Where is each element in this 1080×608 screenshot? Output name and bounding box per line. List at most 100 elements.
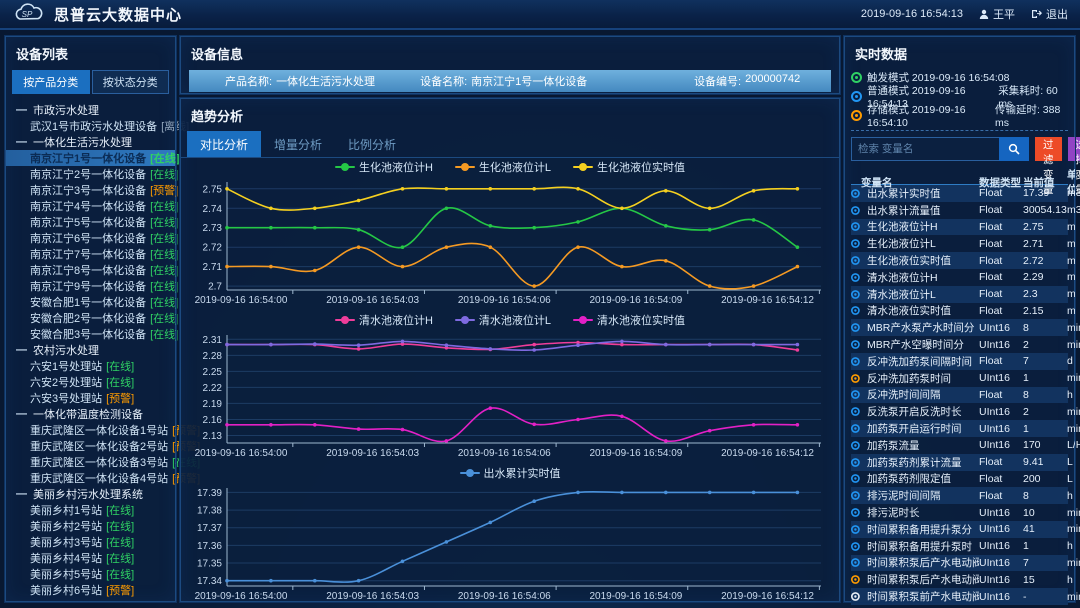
variable-row[interactable]: 加药泵流量UInt16170L/H bbox=[851, 437, 1068, 454]
device-item[interactable]: 六安2号处理站[在线] bbox=[6, 374, 175, 390]
variable-row[interactable]: 排污泥时长UInt1610min bbox=[851, 504, 1068, 521]
search-button[interactable] bbox=[999, 137, 1029, 161]
legend-item[interactable]: 生化池液位计H bbox=[335, 159, 433, 175]
variable-icon bbox=[851, 559, 860, 568]
variable-icon bbox=[851, 273, 860, 282]
device-item[interactable]: 重庆武隆区一体化设备2号站[预警] bbox=[6, 438, 175, 454]
device-item[interactable]: 南京江宁8号一体化设备[在线] bbox=[6, 262, 175, 278]
variable-row[interactable]: 时间累积备用提升泵分UInt1641min bbox=[851, 521, 1068, 538]
variable-row[interactable]: 加药泵药剂限定值Float200L bbox=[851, 471, 1068, 488]
filter-variables-button[interactable]: 过滤变量 bbox=[1035, 137, 1062, 161]
collapse-icon[interactable]: — bbox=[16, 345, 27, 356]
variable-row[interactable]: 加药泵药剂累计流量Float9.41L bbox=[851, 454, 1068, 471]
tab-increment-analysis[interactable]: 增量分析 bbox=[261, 131, 335, 157]
variable-row[interactable]: 反冲洗加药泵时间UInt161min bbox=[851, 370, 1068, 387]
device-item[interactable]: 南京江宁6号一体化设备[在线] bbox=[6, 230, 175, 246]
svg-text:2019-09-16 16:54:12: 2019-09-16 16:54:12 bbox=[721, 448, 814, 459]
device-list-title: 设备列表 bbox=[6, 37, 175, 68]
tab-by-product[interactable]: 按产品分类 bbox=[12, 70, 90, 94]
variable-row[interactable]: 时间累积备用提升泵时UInt161h bbox=[851, 538, 1068, 555]
variable-row[interactable]: 生化池液位计LFloat2.71m bbox=[851, 235, 1068, 252]
device-item[interactable]: 美丽乡村6号站[预警] bbox=[6, 582, 175, 598]
legend-item[interactable]: 清水池液位实时值 bbox=[573, 312, 685, 328]
variable-search-input[interactable] bbox=[851, 137, 999, 161]
svg-text:2019-09-16 16:54:00: 2019-09-16 16:54:00 bbox=[195, 591, 288, 602]
device-item[interactable]: 南京江宁5号一体化设备[在线] bbox=[6, 214, 175, 230]
variable-row[interactable]: 时间累积泵后产水电动阀分UInt167min bbox=[851, 555, 1068, 572]
tab-by-status[interactable]: 按状态分类 bbox=[92, 70, 170, 94]
device-item[interactable]: 美丽乡村5号站[在线] bbox=[6, 566, 175, 582]
device-group[interactable]: —市政污水处理 bbox=[6, 102, 175, 118]
variable-row[interactable]: MBR产水空曝时间分UInt162min bbox=[851, 336, 1068, 353]
logout-button[interactable]: 退出 bbox=[1031, 6, 1068, 22]
variable-row[interactable]: 反冲洗时间间隔Float8h bbox=[851, 387, 1068, 404]
realtime-title: 实时数据 bbox=[851, 37, 1068, 68]
legend-item[interactable]: 出水累计实时值 bbox=[460, 465, 561, 481]
svg-text:17.34: 17.34 bbox=[197, 576, 222, 587]
variable-row[interactable]: 排污泥时间间隔Float8h bbox=[851, 487, 1068, 504]
legend-item[interactable]: 生化池液位计L bbox=[455, 159, 551, 175]
legend-item[interactable]: 清水池液位计H bbox=[335, 312, 433, 328]
collapse-icon[interactable]: — bbox=[16, 409, 27, 420]
device-item[interactable]: 六安1号处理站[在线] bbox=[6, 358, 175, 374]
variable-icon bbox=[851, 357, 860, 366]
trend-title: 趋势分析 bbox=[181, 99, 839, 130]
device-item[interactable]: 美丽乡村1号站[在线] bbox=[6, 502, 175, 518]
variable-icon bbox=[851, 256, 860, 265]
variable-row[interactable]: 生化池液位计HFloat2.75m bbox=[851, 219, 1068, 236]
device-item[interactable]: 南京江宁1号一体化设备[在线] bbox=[6, 150, 175, 166]
collapse-icon[interactable]: — bbox=[16, 105, 27, 116]
device-group[interactable]: —一体化带温度检测设备 bbox=[6, 406, 175, 422]
variable-row[interactable]: 清水池液位计LFloat2.3m bbox=[851, 286, 1068, 303]
device-item[interactable]: 安徽合肥3号一体化设备[在线] bbox=[6, 326, 175, 342]
legend-item[interactable]: 生化池液位实时值 bbox=[573, 159, 685, 175]
device-item[interactable]: 南京江宁3号一体化设备[预警] bbox=[6, 182, 175, 198]
device-item[interactable]: 南京江宁9号一体化设备[在线] bbox=[6, 278, 175, 294]
select-variables-button[interactable]: 选择变量 bbox=[1068, 137, 1080, 161]
device-item[interactable]: 重庆武隆区一体化设备3号站[在线] bbox=[6, 454, 175, 470]
device-item[interactable]: 武汉1号市政污水处理设备[离线] bbox=[6, 118, 175, 134]
svg-text:2019-09-16 16:54:00: 2019-09-16 16:54:00 bbox=[195, 295, 288, 306]
variable-row[interactable]: 出水累计实时值Float17.39m3/h bbox=[851, 185, 1068, 202]
device-group[interactable]: —一体化生活污水处理 bbox=[6, 134, 175, 150]
device-number-label: 设备编号: bbox=[694, 73, 741, 89]
device-item[interactable]: 安徽合肥1号一体化设备[在线] bbox=[6, 294, 175, 310]
variable-row[interactable]: 反洗泵开启反洗时长UInt162min bbox=[851, 403, 1068, 420]
variable-icon bbox=[851, 239, 860, 248]
device-item[interactable]: 南京江宁7号一体化设备[在线] bbox=[6, 246, 175, 262]
device-item[interactable]: 南京江宁4号一体化设备[在线] bbox=[6, 198, 175, 214]
variable-row[interactable]: 反冲洗加药泵间隔时间Float7d bbox=[851, 353, 1068, 370]
user-menu[interactable]: 王平 bbox=[979, 6, 1015, 22]
device-group[interactable]: —美丽乡村污水处理系统 bbox=[6, 486, 175, 502]
device-item[interactable]: 六安3号处理站[预警] bbox=[6, 390, 175, 406]
svg-text:2.75: 2.75 bbox=[203, 184, 223, 195]
device-item[interactable]: 南京江宁2号一体化设备[在线] bbox=[6, 166, 175, 182]
device-number-value: 200000742 bbox=[745, 73, 800, 89]
header-datetime: 2019-09-16 16:54:13 bbox=[861, 8, 963, 20]
collapse-icon[interactable]: — bbox=[16, 489, 27, 500]
variable-row[interactable]: 清水池液位实时值Float2.15m bbox=[851, 303, 1068, 320]
variable-row[interactable]: 出水累计流量值Float30054.13m3 bbox=[851, 202, 1068, 219]
tab-compare-analysis[interactable]: 对比分析 bbox=[187, 131, 261, 157]
svg-text:2019-09-16 16:54:12: 2019-09-16 16:54:12 bbox=[721, 591, 814, 602]
user-icon bbox=[979, 9, 989, 19]
mode-row: 存储模式 2019-09-16 16:54:10传输延时: 388 ms bbox=[851, 106, 1068, 125]
device-group[interactable]: —农村污水处理 bbox=[6, 342, 175, 358]
device-item[interactable]: 美丽乡村3号站[在线] bbox=[6, 534, 175, 550]
collapse-icon[interactable]: — bbox=[16, 137, 27, 148]
variable-row[interactable]: 生化池液位实时值Float2.72m bbox=[851, 252, 1068, 269]
variable-icon bbox=[851, 407, 860, 416]
device-item[interactable]: 安徽合肥2号一体化设备[在线] bbox=[6, 310, 175, 326]
variable-row[interactable]: 清水池液位计HFloat2.29m bbox=[851, 269, 1068, 286]
legend-item[interactable]: 清水池液位计L bbox=[455, 312, 551, 328]
variable-row[interactable]: MBR产水泵产水时间分UInt168min bbox=[851, 319, 1068, 336]
variable-row[interactable]: 时间累积泵后产水电动阀时UInt1615h bbox=[851, 571, 1068, 588]
device-item[interactable]: 重庆武隆区一体化设备1号站[预警] bbox=[6, 422, 175, 438]
tab-ratio-analysis[interactable]: 比例分析 bbox=[335, 131, 409, 157]
device-item[interactable]: 美丽乡村2号站[在线] bbox=[6, 518, 175, 534]
device-item[interactable]: 美丽乡村4号站[在线] bbox=[6, 550, 175, 566]
variable-row[interactable]: 加药泵开启运行时间UInt161min bbox=[851, 420, 1068, 437]
svg-text:2.72: 2.72 bbox=[203, 243, 223, 254]
variable-row[interactable]: 时间累积泵前产水电动阀分UInt16-min bbox=[851, 588, 1068, 605]
device-item[interactable]: 重庆武隆区一体化设备4号站[预警] bbox=[6, 470, 175, 486]
